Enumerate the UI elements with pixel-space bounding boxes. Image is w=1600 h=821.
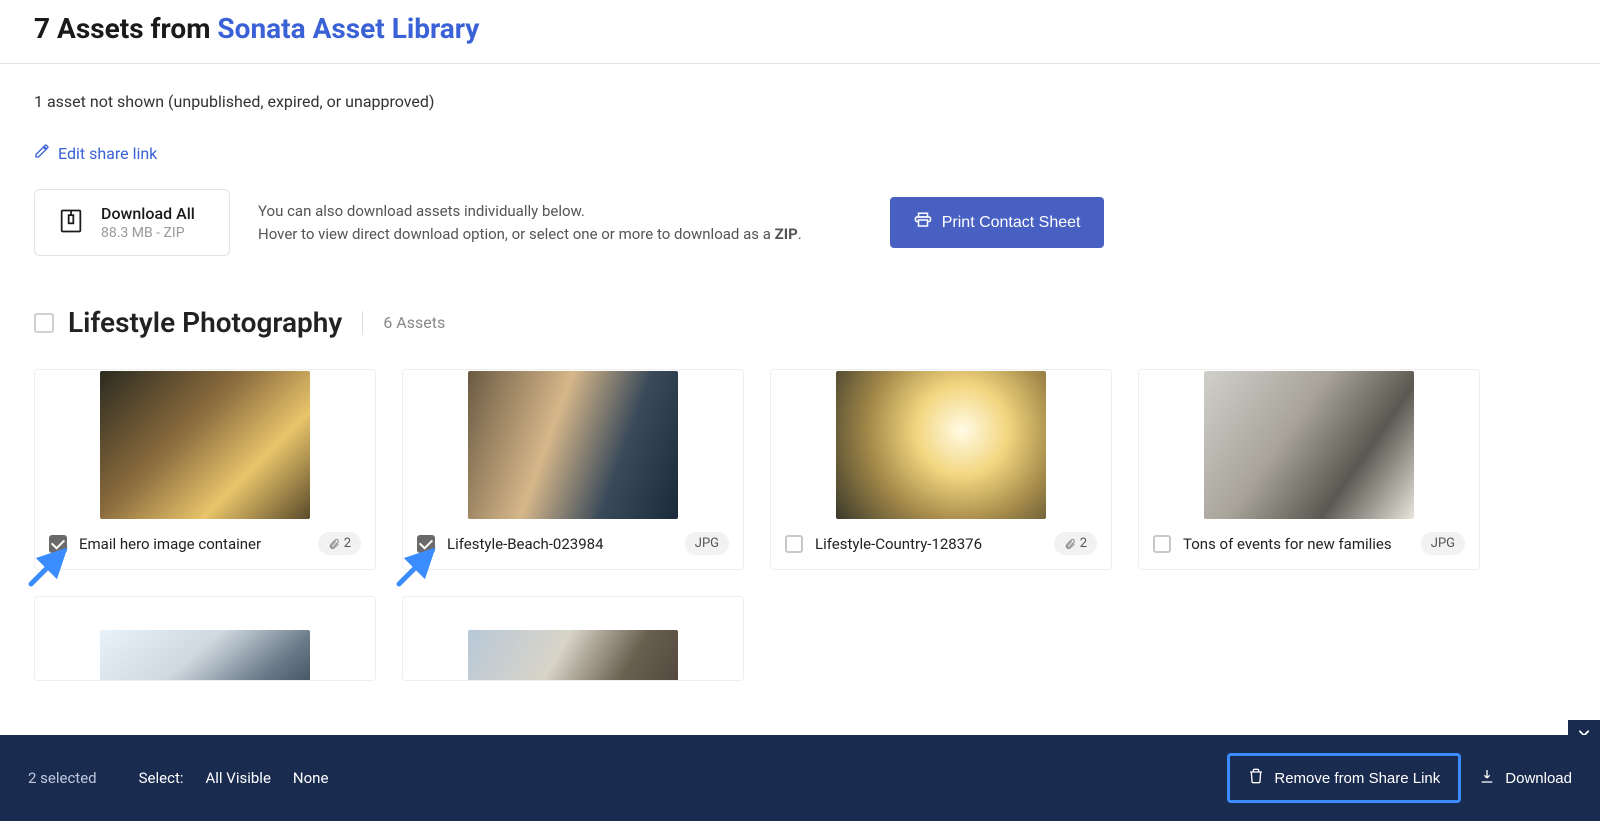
asset-name: Lifestyle-Country-128376 [815,535,982,553]
print-icon [914,211,932,234]
asset-checkbox[interactable] [785,535,803,553]
download-help-text: You can also download assets individuall… [258,200,802,245]
asset-checkbox[interactable] [49,535,67,553]
remove-from-share-link-button[interactable]: Remove from Share Link [1227,753,1461,803]
edit-share-link[interactable]: Edit share link [34,143,157,163]
section-title: Lifestyle Photography [68,306,342,339]
selected-count: 2 selected [28,769,97,787]
attachment-count-badge: 2 [1054,532,1097,555]
file-type-badge: JPG [1421,532,1465,555]
asset-card[interactable]: Tons of events for new families JPG [1138,369,1480,570]
trash-icon [1248,768,1264,788]
download-all-button[interactable]: Download All 88.3 MB - ZIP [34,189,230,256]
library-link[interactable]: Sonata Asset Library [217,12,479,45]
edit-share-link-label: Edit share link [58,144,157,163]
paperclip-icon [1064,538,1076,550]
section-count: 6 Assets [383,313,445,332]
zip-file-icon [57,207,85,239]
pencil-icon [34,143,50,163]
remove-btn-label: Remove from Share Link [1274,770,1440,787]
asset-card[interactable]: Lifestyle-Country-128376 2 [770,369,1112,570]
asset-thumbnail[interactable] [403,370,743,520]
download-btn-label: Download [1505,770,1572,787]
page-title: 7 Assets from Sonata Asset Library [0,0,1600,64]
asset-checkbox[interactable] [1153,535,1171,553]
asset-name: Tons of events for new families [1183,535,1392,553]
paperclip-icon [328,538,340,550]
section-checkbox[interactable] [34,313,54,333]
asset-thumbnail[interactable] [35,370,375,520]
download-all-label: Download All [101,204,195,223]
asset-thumbnail[interactable] [1139,370,1479,520]
asset-card[interactable]: Email hero image container 2 [34,369,376,570]
asset-name: Lifestyle-Beach-023984 [447,535,604,553]
print-btn-label: Print Contact Sheet [942,214,1081,232]
asset-thumbnail[interactable] [35,597,375,681]
asset-thumbnail[interactable] [771,370,1111,520]
page-title-prefix: 7 Assets from [34,12,217,45]
attachment-count-badge: 2 [318,532,361,555]
selection-footer-bar: 2 selected Select: All Visible None Remo… [0,735,1600,821]
asset-card[interactable] [402,596,744,681]
asset-card[interactable] [34,596,376,681]
file-type-badge: JPG [685,532,729,555]
asset-name: Email hero image container [79,535,261,553]
select-none[interactable]: None [293,769,329,787]
select-all-visible[interactable]: All Visible [205,769,270,787]
divider [362,311,363,335]
download-icon [1479,768,1495,788]
assets-not-shown-text: 1 asset not shown (unpublished, expired,… [34,92,1566,111]
print-contact-sheet-button[interactable]: Print Contact Sheet [890,197,1105,248]
asset-card[interactable]: Lifestyle-Beach-023984 JPG [402,369,744,570]
download-selected-button[interactable]: Download [1479,768,1572,788]
asset-checkbox[interactable] [417,535,435,553]
select-label: Select: [139,769,184,787]
asset-thumbnail[interactable] [403,597,743,681]
download-all-sub: 88.3 MB - ZIP [101,225,195,241]
